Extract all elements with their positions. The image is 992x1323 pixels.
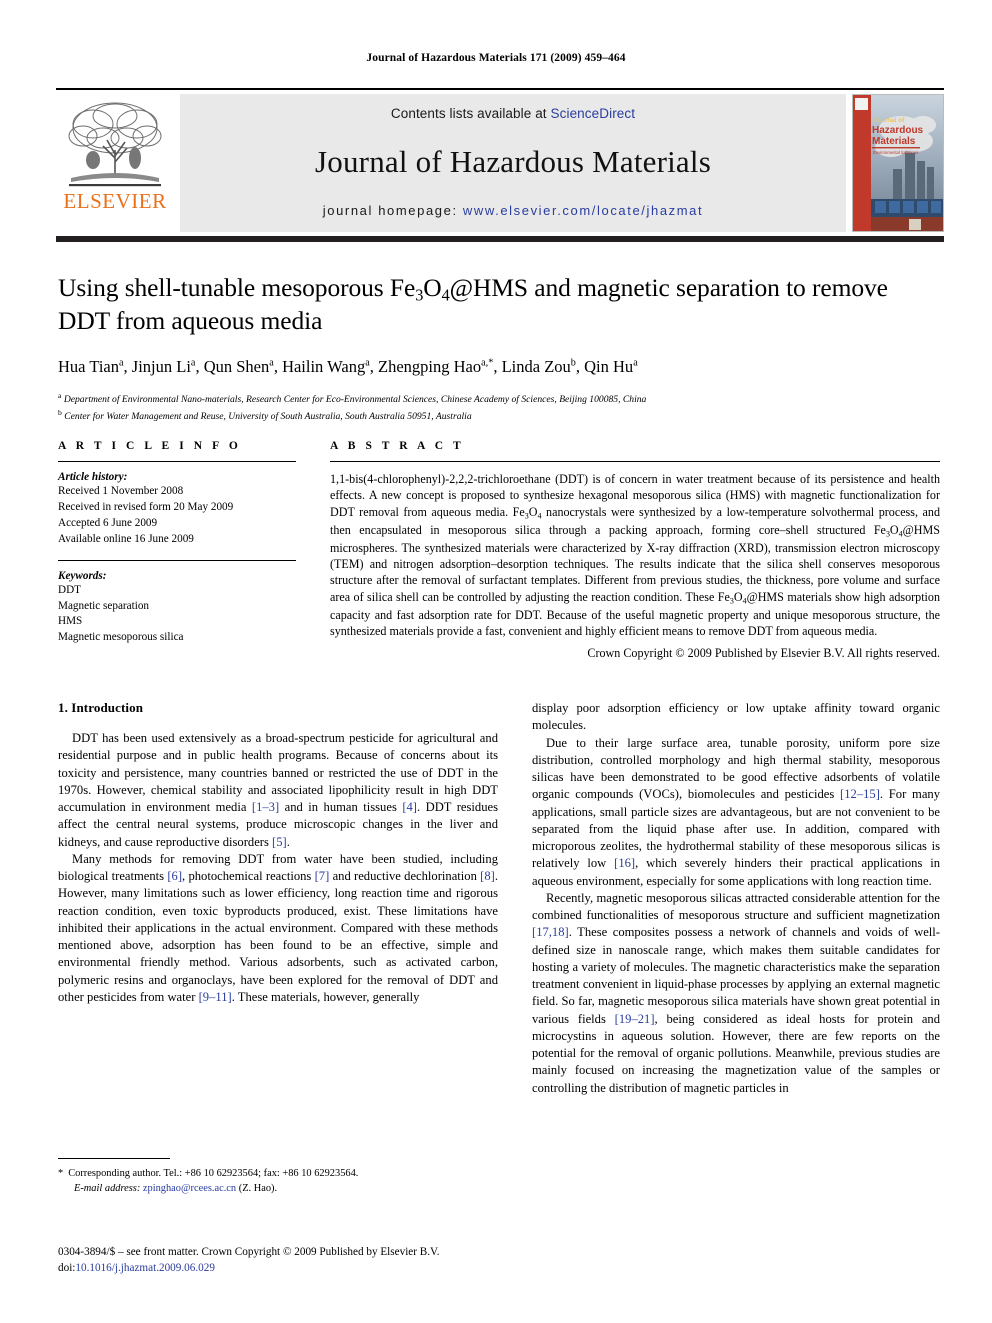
cover-artwork-icon: Journal of Hazardous Materials Environme… bbox=[853, 95, 943, 231]
footnote-corresponding-text: Corresponding author. Tel.: +86 10 62923… bbox=[68, 1168, 359, 1179]
keyword-item: Magnetic mesoporous silica bbox=[58, 631, 184, 644]
homepage-prefix: journal homepage: bbox=[322, 203, 463, 218]
citation-ref[interactable]: [4] bbox=[402, 800, 417, 814]
abstract-text: 1,1-bis(4-chlorophenyl)-2,2,2-trichloroe… bbox=[330, 471, 940, 639]
citation-ref[interactable]: [1–3] bbox=[252, 800, 279, 814]
email-suffix: (Z. Hao). bbox=[238, 1183, 278, 1195]
journal-title: Journal of Hazardous Materials bbox=[315, 143, 711, 179]
doi-label: doi: bbox=[58, 1262, 76, 1275]
divider bbox=[58, 461, 296, 462]
citation-ref[interactable]: [9–11] bbox=[199, 990, 232, 1004]
abstract-seg: O bbox=[528, 504, 538, 519]
citation-ref[interactable]: [5] bbox=[272, 835, 287, 849]
body-column-left: 1. Introduction DDT has been used extens… bbox=[58, 700, 498, 1097]
elsevier-logo: ELSEVIER bbox=[56, 94, 174, 232]
text-seg: . These composites possess a network of … bbox=[532, 925, 940, 1026]
abstract-heading: A B S T R A C T bbox=[330, 440, 465, 452]
masthead-center: Contents lists available at ScienceDirec… bbox=[180, 94, 846, 232]
keyword-item: DDT bbox=[58, 583, 81, 596]
contents-available-line: Contents lists available at ScienceDirec… bbox=[391, 106, 635, 121]
affiliation-b: b Center for Water Management and Reuse,… bbox=[58, 407, 472, 423]
svg-text:Hazardous: Hazardous bbox=[872, 125, 924, 136]
journal-cover-thumbnail: Journal of Hazardous Materials Environme… bbox=[852, 94, 944, 232]
email-link[interactable]: zpinghao@rcees.ac.cn bbox=[143, 1183, 236, 1194]
citation-ref[interactable]: [16] bbox=[614, 856, 635, 870]
section-heading-introduction: 1. Introduction bbox=[58, 700, 144, 715]
citation-ref[interactable]: [6] bbox=[167, 869, 182, 883]
journal-homepage-line: journal homepage: www.elsevier.com/locat… bbox=[323, 203, 703, 218]
footnote-email-line: E-mail address: zpinghao@rcees.ac.cn (Z.… bbox=[58, 1181, 498, 1196]
intro-paragraph-5: Recently, magnetic mesoporous silicas at… bbox=[532, 890, 940, 1097]
corresponding-author-footnote: * Corresponding author. Tel.: +86 10 6292… bbox=[58, 1158, 498, 1196]
keyword-item: Magnetic separation bbox=[58, 599, 150, 612]
abstract-copyright: Crown Copyright © 2009 Published by Else… bbox=[587, 646, 940, 661]
doi-line: doi:10.1016/j.jhazmat.2009.06.029 bbox=[58, 1260, 818, 1276]
intro-paragraph-2: Many methods for removing DDT from water… bbox=[58, 851, 498, 1006]
citation-ref[interactable]: [12–15] bbox=[840, 787, 880, 801]
article-history-label: Article history: bbox=[58, 471, 128, 483]
text-seg: , photochemical reactions bbox=[182, 869, 315, 883]
history-item: Accepted 6 June 2009 bbox=[58, 516, 158, 529]
keyword-item: HMS bbox=[58, 615, 83, 628]
text-seg: . bbox=[286, 834, 290, 849]
svg-text:Journal of: Journal of bbox=[873, 117, 905, 124]
citation-ref[interactable]: [19–21] bbox=[615, 1012, 655, 1026]
running-head: Journal of Hazardous Materials 171 (2009… bbox=[366, 52, 626, 64]
article-page: Journal of Hazardous Materials 171 (2009… bbox=[0, 0, 992, 1323]
footnote-divider bbox=[58, 1158, 170, 1159]
article-info-column: A R T I C L E I N F O Article history: R… bbox=[58, 440, 296, 661]
intro-paragraph-1: DDT has been used extensively as a broad… bbox=[58, 730, 498, 851]
history-item: Received in revised form 20 May 2009 bbox=[58, 500, 234, 513]
footnote-asterisk: * bbox=[58, 1168, 64, 1179]
contents-prefix: Contents lists available at bbox=[390, 106, 551, 121]
intro-paragraph-4: Due to their large surface area, tunable… bbox=[532, 735, 940, 890]
divider bbox=[58, 559, 296, 561]
abstract-column: A B S T R A C T 1,1-bis(4-chlorophenyl)-… bbox=[330, 440, 940, 661]
elsevier-wordmark: ELSEVIER bbox=[63, 189, 167, 213]
history-item: Received 1 November 2008 bbox=[58, 485, 184, 497]
text-seg: Recently, magnetic mesoporous silicas at… bbox=[532, 890, 940, 922]
history-item: Available online 16 June 2009 bbox=[58, 532, 194, 545]
affiliation-b-text: Center for Water Management and Reuse, U… bbox=[64, 411, 472, 423]
elsevier-tree-icon bbox=[68, 102, 162, 187]
text-seg: . These materials, however, generally bbox=[231, 989, 420, 1004]
text-seg: and in human tissues bbox=[279, 800, 403, 814]
abstract-seg: O bbox=[733, 589, 743, 604]
journal-masthead: ELSEVIER Contents lists available at Sci… bbox=[56, 88, 944, 242]
footnote-corresponding-line: * Corresponding author. Tel.: +86 10 6292… bbox=[58, 1166, 498, 1181]
page-footer: 0304-3894/$ – see front matter. Crown Co… bbox=[58, 1244, 818, 1276]
citation-ref[interactable]: [17,18] bbox=[532, 925, 569, 939]
article-info-heading: A R T I C L E I N F O bbox=[58, 440, 242, 452]
text-seg: and reductive dechlorination bbox=[329, 869, 481, 883]
affiliation-a-text: Department of Environmental Nano-materia… bbox=[63, 394, 647, 405]
author-list: Hua Tiana, Jinjun Lia, Qun Shena, Hailin… bbox=[58, 357, 638, 377]
info-abstract-row: A R T I C L E I N F O Article history: R… bbox=[58, 440, 940, 661]
citation-ref[interactable]: [8] bbox=[480, 869, 495, 883]
body-columns: 1. Introduction DDT has been used extens… bbox=[58, 700, 940, 1097]
front-matter-line: 0304-3894/$ – see front matter. Crown Co… bbox=[58, 1246, 440, 1258]
svg-text:Environmental Solutions: Environmental Solutions bbox=[873, 150, 918, 155]
svg-text:Materials: Materials bbox=[872, 136, 916, 147]
doi-link[interactable]: 10.1016/j.jhazmat.2009.06.029 bbox=[75, 1262, 215, 1274]
text-seg: . However, many limitations such as lowe… bbox=[58, 869, 498, 1004]
email-label: E-mail address: bbox=[74, 1183, 141, 1195]
title-block: Using shell-tunable mesoporous Fe3O4@HMS… bbox=[58, 272, 940, 424]
keywords-label: Keywords: bbox=[58, 569, 107, 582]
body-column-right: display poor adsorption efficiency or lo… bbox=[532, 700, 940, 1097]
divider bbox=[330, 461, 940, 462]
citation-ref[interactable]: [7] bbox=[315, 869, 330, 883]
intro-paragraph-3: display poor adsorption efficiency or lo… bbox=[532, 701, 940, 733]
affiliation-a: a Department of Environmental Nano-mater… bbox=[58, 390, 647, 405]
page-title: Using shell-tunable mesoporous Fe3O4@HMS… bbox=[58, 273, 888, 336]
homepage-url-link[interactable]: www.elsevier.com/locate/jhazmat bbox=[463, 203, 703, 218]
abstract-seg: O bbox=[889, 522, 899, 537]
sciencedirect-link[interactable]: ScienceDirect bbox=[551, 106, 636, 121]
